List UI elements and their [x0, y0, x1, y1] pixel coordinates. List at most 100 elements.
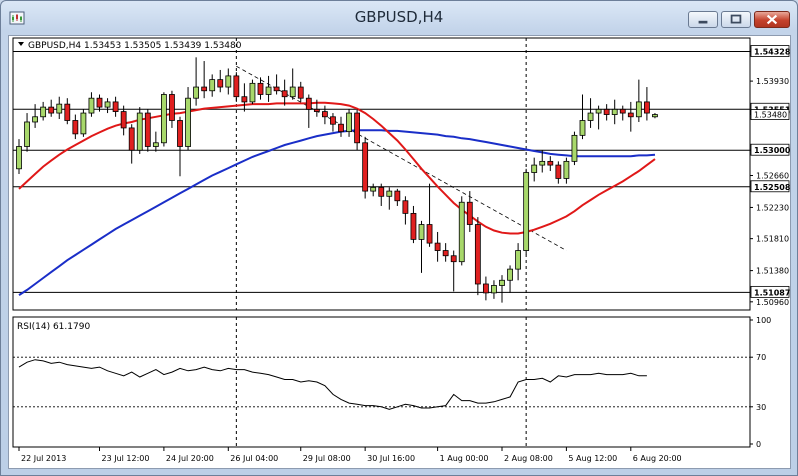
price-chart[interactable]: 1.54328 1.53930 1.53480 1.53000 1.52660 1.522… [9, 36, 791, 468]
candle-body [313, 108, 320, 112]
candle [523, 168, 530, 255]
maximize-button[interactable] [721, 11, 751, 28]
close-button[interactable] [754, 11, 790, 28]
candle-body [563, 160, 570, 179]
candle [458, 196, 465, 266]
candle-body [16, 146, 22, 170]
candle-body [619, 108, 626, 114]
price-level-label: 1.52508 [754, 183, 790, 192]
candle [362, 136, 369, 199]
candle [144, 109, 151, 152]
candle-body [338, 123, 344, 133]
candle-body [249, 82, 256, 103]
candle-body [474, 224, 481, 285]
candle-body [257, 82, 264, 95]
candle-body [635, 101, 642, 118]
price-tick-label: 1.53930 [756, 77, 789, 86]
candle-body [88, 97, 95, 114]
title-bar[interactable]: GBPUSD,H4 [1, 1, 797, 35]
candle [136, 107, 143, 154]
candle-body [144, 112, 151, 147]
candle-body [321, 111, 328, 118]
time-tick-label: 29 Jul 08:00 [303, 454, 351, 463]
restore-icon [730, 14, 742, 24]
candle [249, 79, 256, 105]
candle-body [515, 250, 522, 270]
candle-body [555, 164, 562, 179]
candle-body [273, 86, 280, 92]
candle-body [185, 97, 191, 147]
price-tick-label: 1.52660 [756, 171, 789, 180]
candle-body [112, 101, 119, 112]
price-level-label: 1.51087 [754, 288, 790, 297]
candle-body [547, 160, 554, 166]
candle-body [434, 242, 441, 251]
candle-body [491, 285, 497, 294]
candle-body [644, 101, 650, 114]
candle-body [442, 250, 449, 257]
candle-body [507, 268, 513, 281]
price-tick-label: 1.51380 [756, 267, 789, 276]
rsi-tick-label: 70 [756, 353, 766, 362]
close-icon [766, 14, 778, 25]
candle-body [378, 186, 385, 197]
candle-body [627, 112, 634, 118]
rsi-tick-label: 30 [756, 403, 766, 412]
candle-body [32, 116, 39, 123]
candle-body [466, 201, 473, 225]
time-tick-label: 22 Jul 2013 [21, 454, 66, 463]
candle-body [386, 190, 393, 197]
candle-body [177, 120, 183, 147]
candle-body [104, 101, 111, 108]
candle-body [595, 108, 602, 114]
candle-body [201, 86, 208, 92]
minimize-icon [698, 20, 708, 24]
candle [80, 109, 87, 137]
main-panel [12, 37, 751, 311]
candle [160, 92, 167, 147]
symbol-header: GBPUSD,H4 1.53453 1.53505 1.53439 1.5348… [28, 41, 242, 51]
time-tick-label: 23 Jul 12:00 [102, 454, 150, 463]
candle-body [603, 108, 610, 115]
candle-body [72, 120, 79, 135]
price-tick-label: 1.50960 [756, 298, 789, 307]
candle-body [120, 111, 127, 129]
candle-body [225, 75, 232, 88]
candle-body [410, 212, 417, 240]
candle-body [458, 201, 465, 263]
candle [474, 217, 481, 296]
candle-body [209, 79, 216, 92]
rsi-header: RSI(14) 61.1790 [17, 322, 90, 332]
candle-body [305, 97, 312, 110]
candle-body [426, 224, 433, 244]
candle-body [523, 172, 530, 251]
candle-body [80, 112, 87, 135]
time-tick-label: 6 Aug 20:00 [633, 454, 682, 463]
rsi-tick-label: 100 [756, 316, 771, 325]
time-tick-label: 1 Aug 00:00 [440, 454, 489, 463]
candle-body [402, 200, 409, 214]
candle-body [24, 121, 30, 147]
chart-area[interactable]: 1.54328 1.53930 1.53480 1.53000 1.52660 1.522… [8, 35, 791, 469]
candle-body [418, 224, 425, 240]
candle [571, 131, 578, 166]
candle-body [539, 160, 546, 166]
rsi-tick-label: 0 [756, 440, 761, 449]
candle-body [96, 97, 103, 108]
candle-body [579, 120, 586, 136]
candle-body [160, 94, 167, 144]
candle-body [136, 112, 143, 151]
candle-body [169, 94, 175, 121]
candle-body [611, 108, 618, 115]
bid-price-label: 1.53480 [754, 111, 787, 120]
candle-body [499, 279, 505, 286]
time-tick-label: 26 Jul 04:00 [230, 454, 278, 463]
candle-body [265, 86, 272, 95]
time-tick-label: 5 Aug 12:00 [568, 454, 617, 463]
minimize-button[interactable] [688, 11, 718, 28]
price-tick-label: 1.52230 [756, 203, 789, 212]
candle-body [652, 114, 658, 118]
candle-body [394, 190, 401, 202]
candle-body [217, 79, 224, 88]
time-tick-label: 2 Aug 08:00 [504, 454, 553, 463]
